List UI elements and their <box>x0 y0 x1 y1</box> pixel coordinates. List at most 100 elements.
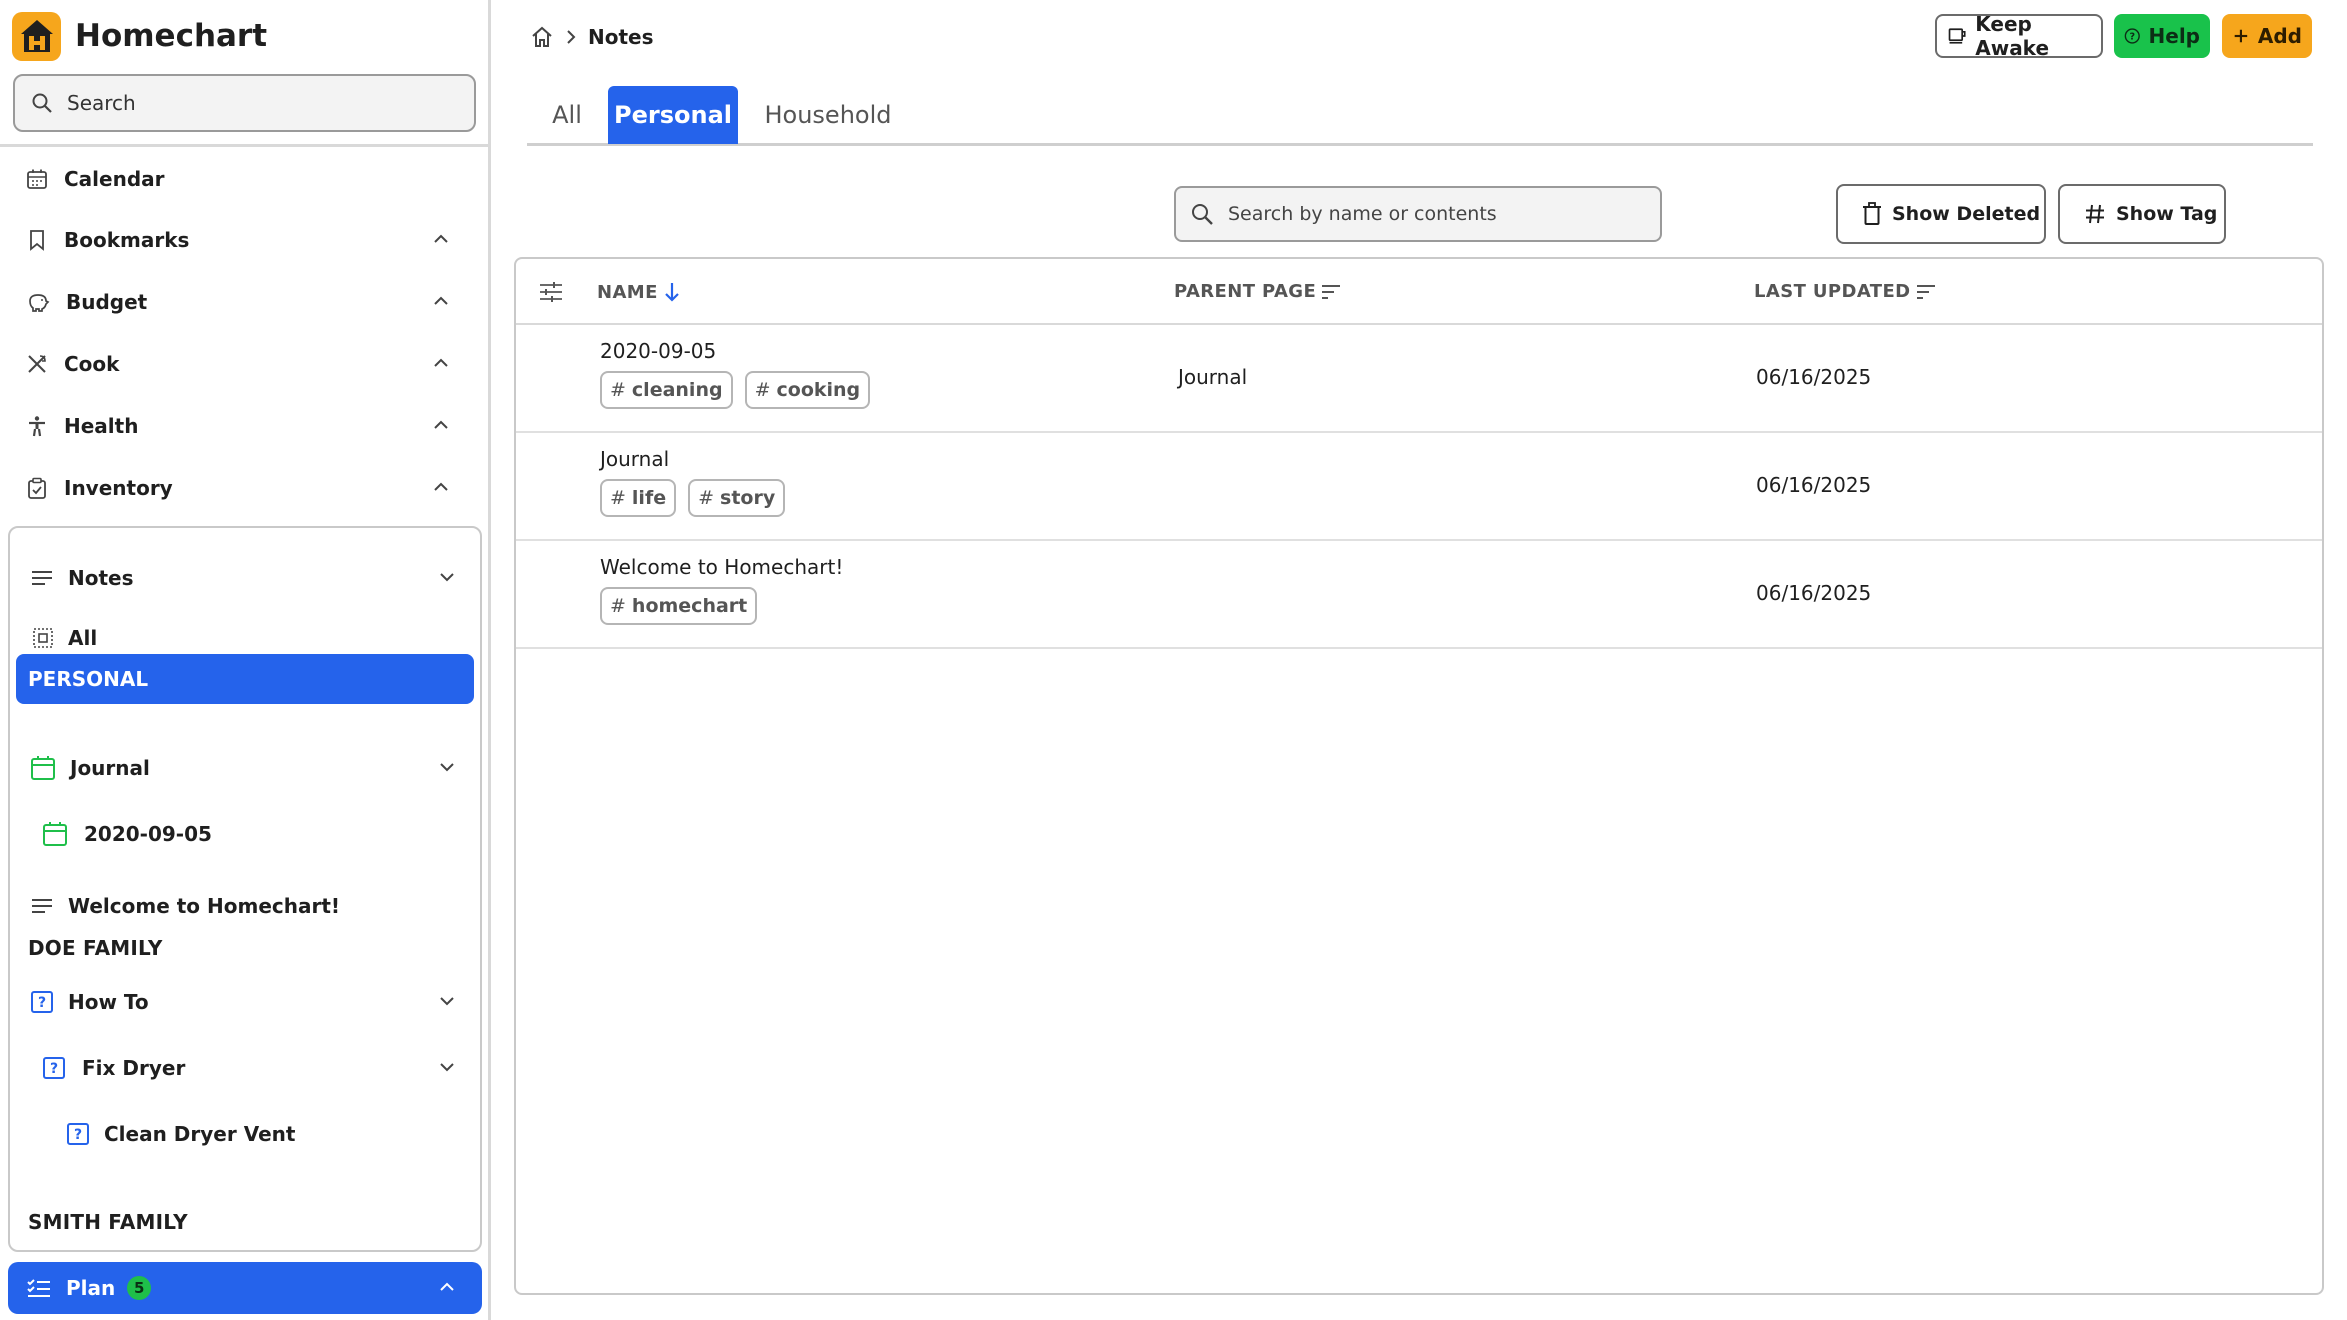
note-name[interactable]: 2020-09-05 <box>600 339 716 363</box>
chevron-up-icon[interactable] <box>430 228 452 250</box>
sidebar-item-plan[interactable]: Plan 5 <box>8 1262 482 1314</box>
help-button[interactable]: ? Help <box>2114 14 2210 58</box>
note-parent-page[interactable]: Journal <box>1178 365 1247 389</box>
sidebar-item-notes[interactable]: Notes <box>10 552 480 604</box>
column-header-parent-page[interactable]: PARENT PAGE <box>1174 281 1342 302</box>
tag-chip[interactable]: # cooking <box>744 371 871 409</box>
chevron-up-icon[interactable] <box>436 1276 458 1298</box>
tab-all[interactable]: All <box>537 86 597 144</box>
chevron-down-icon[interactable] <box>436 756 458 778</box>
help-circle-icon: ? <box>2124 28 2140 44</box>
chevron-down-icon[interactable] <box>436 990 458 1012</box>
arrow-down-icon <box>665 283 679 302</box>
checklist-icon <box>27 1279 50 1297</box>
table-row[interactable]: Welcome to Homechart! # homechart 06/16/2… <box>516 541 2322 649</box>
sidebar-item-label: Cook <box>64 352 120 376</box>
sidebar-section-personal[interactable]: PERSONAL <box>16 654 474 704</box>
notes-search-placeholder: Search by name or contents <box>1228 203 1497 225</box>
sidebar-item-label: All <box>68 626 98 650</box>
hash-icon <box>2086 204 2104 224</box>
tag-chip[interactable]: # story <box>688 479 786 517</box>
tag-label: cleaning <box>631 379 723 401</box>
sidebar-section-doe-family[interactable]: DOE FAMILY <box>28 936 163 960</box>
hash-icon: # <box>698 487 715 509</box>
add-label: Add <box>2257 24 2302 48</box>
help-label: Help <box>2148 24 2200 48</box>
chevron-up-icon[interactable] <box>430 476 452 498</box>
sidebar-item-inventory[interactable]: Inventory <box>0 462 488 514</box>
utensils-icon <box>28 355 46 373</box>
column-settings-icon[interactable] <box>538 281 564 303</box>
trash-icon <box>1863 202 1881 225</box>
tag-chip[interactable]: # homechart <box>600 587 758 625</box>
sidebar-item-fix-dryer[interactable]: ? Fix Dryer <box>10 1042 480 1094</box>
note-last-updated: 06/16/2025 <box>1756 473 1872 497</box>
sidebar-item-cook[interactable]: Cook <box>0 338 488 390</box>
journal-calendar-icon <box>31 756 55 780</box>
sidebar-item-label: Fix Dryer <box>82 1056 186 1080</box>
add-button[interactable]: Add <box>2222 14 2312 58</box>
sidebar-item-budget[interactable]: Budget <box>0 276 488 328</box>
plus-icon <box>2234 29 2248 43</box>
sidebar-item-label: Budget <box>66 290 148 314</box>
note-name[interactable]: Welcome to Homechart! <box>600 555 843 579</box>
notes-search-input[interactable]: Search by name or contents <box>1174 186 1662 242</box>
hash-icon: # <box>610 487 626 509</box>
column-header-name[interactable]: NAME <box>597 281 682 303</box>
chevron-up-icon[interactable] <box>430 352 452 374</box>
table-row[interactable]: Journal # life # story 06/16/2025 <box>516 433 2322 541</box>
notes-tabs: All Personal Household <box>527 86 2313 146</box>
notes-panel: Notes All PERSONAL Journal 2020-09-05 We… <box>8 526 482 1252</box>
hash-icon: # <box>610 595 626 617</box>
sidebar-item-how-to[interactable]: ? How To <box>10 976 480 1028</box>
sidebar-section-smith-family[interactable]: SMITH FAMILY <box>28 1210 188 1234</box>
note-name[interactable]: Journal <box>600 447 669 471</box>
table-header: NAME PARENT PAGE LAST UPDATED <box>516 259 2322 325</box>
column-label: NAME <box>597 281 658 303</box>
tab-household[interactable]: Household <box>753 86 903 144</box>
notes-lines-icon <box>32 571 52 585</box>
bookmark-icon <box>30 230 44 251</box>
sort-icon <box>1916 284 1935 299</box>
chevron-down-icon[interactable] <box>436 1056 458 1078</box>
svg-text:?: ? <box>2129 31 2135 42</box>
sidebar-item-clean-dryer-vent[interactable]: ? Clean Dryer Vent <box>10 1108 480 1160</box>
breadcrumb-current: Notes <box>588 25 654 49</box>
keep-awake-button[interactable]: Keep Awake <box>1935 12 2103 60</box>
sidebar-search-placeholder: Search <box>67 91 136 115</box>
sidebar-item-label: Plan <box>66 1276 116 1300</box>
show-tag-button[interactable]: Show Tag <box>2058 184 2226 244</box>
column-header-last-updated[interactable]: LAST UPDATED <box>1754 281 1937 302</box>
tag-list: # homechart <box>600 587 769 625</box>
tag-chip[interactable]: # life <box>600 479 677 517</box>
tab-personal[interactable]: Personal <box>608 86 738 144</box>
sort-icon <box>1322 284 1341 299</box>
chevron-down-icon[interactable] <box>436 566 458 588</box>
sidebar-item-label: Notes <box>68 566 134 590</box>
chevron-up-icon[interactable] <box>430 414 452 436</box>
sidebar-item-welcome[interactable]: Welcome to Homechart! <box>10 880 480 932</box>
sidebar-divider <box>0 144 488 147</box>
table-row[interactable]: 2020-09-05 # cleaning # cooking Journal 06… <box>516 325 2322 433</box>
svg-text:?: ? <box>50 1061 58 1077</box>
chevron-right-icon <box>567 30 576 44</box>
sidebar-item-label: Inventory <box>64 476 173 500</box>
tag-chip[interactable]: # cleaning <box>600 371 733 409</box>
chevron-up-icon[interactable] <box>430 290 452 312</box>
tag-list: # life # story <box>600 479 797 517</box>
sidebar-item-label: Health <box>64 414 139 438</box>
home-icon[interactable] <box>530 25 554 49</box>
brand[interactable]: Homechart <box>12 10 267 62</box>
sidebar-item-calendar[interactable]: Calendar <box>0 153 488 205</box>
show-deleted-button[interactable]: Show Deleted <box>1836 184 2046 244</box>
piggy-bank-icon <box>29 294 50 312</box>
sidebar-item-label: How To <box>68 990 149 1014</box>
calendar-icon <box>27 169 47 189</box>
sidebar-item-journal-entry[interactable]: 2020-09-05 <box>10 808 480 860</box>
sidebar-search-input[interactable]: Search <box>13 74 476 132</box>
clipboard-icon <box>28 477 46 499</box>
sidebar-item-bookmarks[interactable]: Bookmarks <box>0 214 488 266</box>
sidebar-item-health[interactable]: Health <box>0 400 488 452</box>
sidebar-item-journal[interactable]: Journal <box>10 742 480 794</box>
hash-icon: # <box>754 379 771 401</box>
